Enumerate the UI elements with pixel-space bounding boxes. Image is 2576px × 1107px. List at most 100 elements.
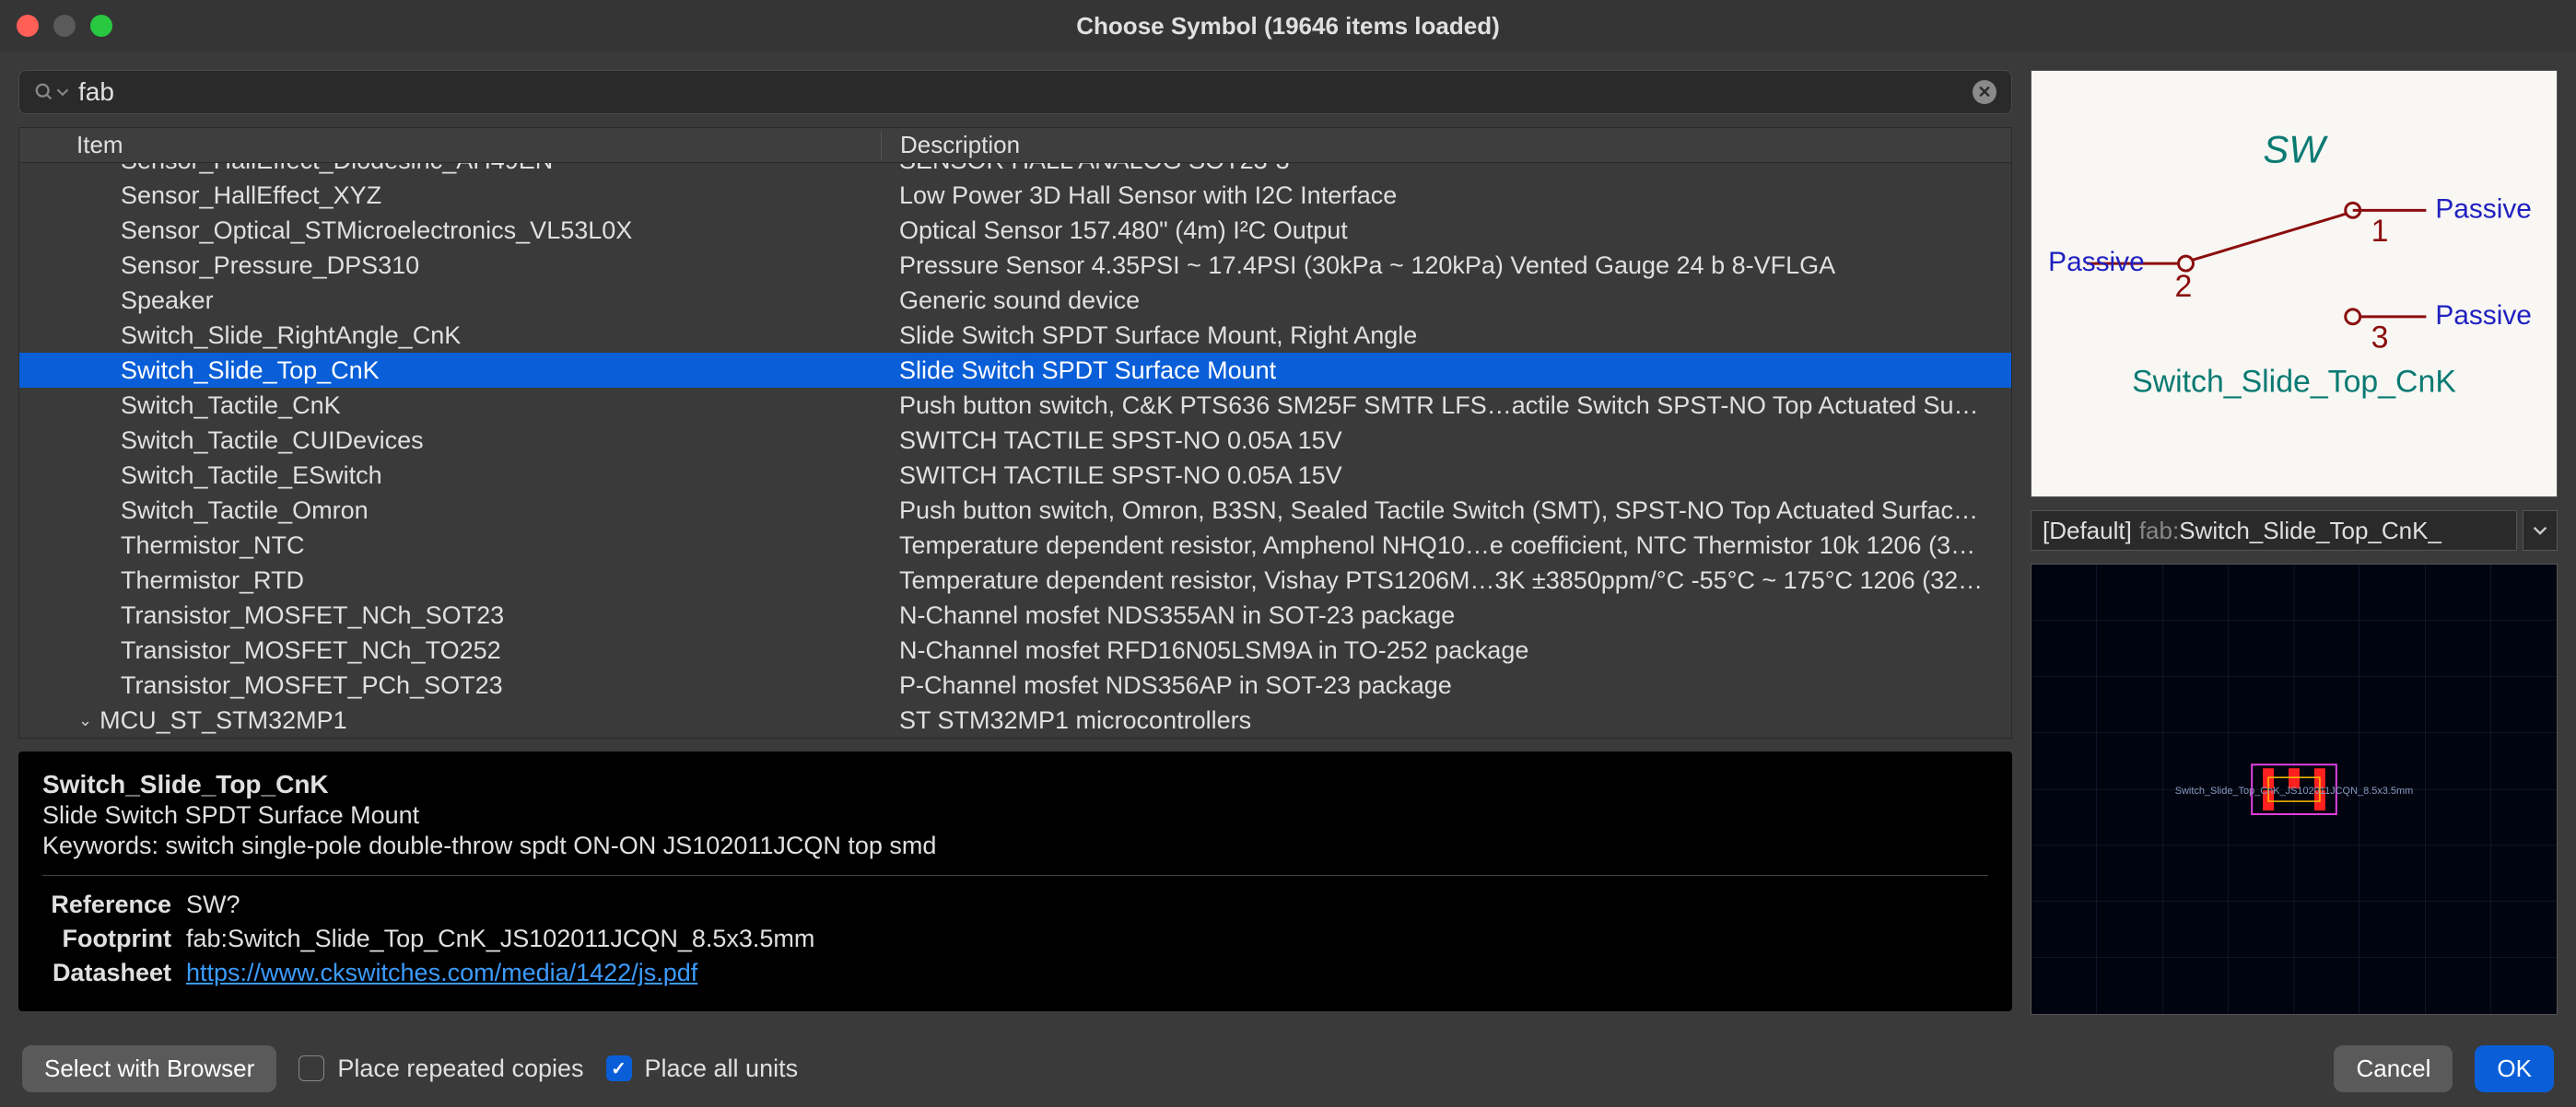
reference-value: SW? bbox=[186, 891, 1988, 919]
description-cell: Push button switch, C&K PTS636 SM25F SMT… bbox=[881, 391, 2011, 420]
description-cell: SWITCH TACTILE SPST-NO 0.05A 15V bbox=[881, 426, 2011, 455]
window-controls bbox=[17, 15, 112, 37]
svg-text:Switch_Slide_Top_CnK_JS102011J: Switch_Slide_Top_CnK_JS102011JCQN_8.5x3.… bbox=[2175, 786, 2414, 797]
description-cell: Temperature dependent resistor, Amphenol… bbox=[881, 531, 2011, 560]
table-row[interactable]: SpeakerGeneric sound device bbox=[19, 283, 2011, 318]
svg-text:Passive: Passive bbox=[2435, 193, 2532, 224]
detail-keywords: Keywords: switch single-pole double-thro… bbox=[42, 832, 1988, 860]
item-cell: Speaker bbox=[19, 286, 881, 315]
description-cell: ST STM32MP1 microcontrollers bbox=[881, 706, 2011, 735]
close-window-button[interactable] bbox=[17, 15, 39, 37]
item-cell: Transistor_MOSFET_NCh_TO252 bbox=[19, 636, 881, 665]
clear-search-button[interactable]: ✕ bbox=[1973, 80, 1996, 104]
svg-text:Switch_Slide_Top_CnK: Switch_Slide_Top_CnK bbox=[2132, 364, 2456, 399]
table-row[interactable]: Sensor_Optical_STMicroelectronics_VL53L0… bbox=[19, 213, 2011, 248]
description-cell: N-Channel mosfet RFD16N05LSM9A in TO-252… bbox=[881, 636, 2011, 665]
reference-label: Reference bbox=[42, 891, 171, 919]
item-cell: Sensor_HallEffect_XYZ bbox=[19, 181, 881, 210]
maximize-window-button[interactable] bbox=[90, 15, 112, 37]
footprint-label: Footprint bbox=[42, 925, 171, 953]
search-input[interactable] bbox=[78, 77, 1973, 107]
symbol-table: Item Description Sensor_HallEffect_Diode… bbox=[18, 127, 2012, 739]
footprint-selector: [Default] fab:Switch_Slide_Top_CnK_ bbox=[2031, 510, 2558, 551]
item-cell: Switch_Slide_Top_CnK bbox=[19, 356, 881, 385]
item-cell: Thermistor_NTC bbox=[19, 531, 881, 560]
table-row[interactable]: Switch_Tactile_OmronPush button switch, … bbox=[19, 493, 2011, 528]
table-body[interactable]: Sensor_HallEffect_Diodesinc_AH49ENSENSOR… bbox=[19, 163, 2011, 738]
description-cell: P-Channel mosfet NDS356AP in SOT-23 pack… bbox=[881, 671, 2011, 700]
item-cell: Thermistor_RTD bbox=[19, 566, 881, 595]
item-cell: Transistor_MOSFET_PCh_SOT23 bbox=[19, 671, 881, 700]
select-with-browser-button[interactable]: Select with Browser bbox=[22, 1045, 276, 1092]
table-row[interactable]: Transistor_MOSFET_PCh_SOT23P-Channel mos… bbox=[19, 668, 2011, 703]
datasheet-label: Datasheet bbox=[42, 959, 171, 987]
footprint-preview: Switch_Slide_Top_CnK_JS102011JCQN_8.5x3.… bbox=[2031, 564, 2558, 1015]
detail-name: Switch_Slide_Top_CnK bbox=[42, 770, 1988, 799]
datasheet-link[interactable]: https://www.ckswitches.com/media/1422/js… bbox=[186, 959, 697, 986]
titlebar: Choose Symbol (19646 items loaded) bbox=[0, 0, 2576, 52]
footprint-display[interactable]: [Default] fab:Switch_Slide_Top_CnK_ bbox=[2031, 510, 2517, 551]
item-cell: Sensor_HallEffect_Diodesinc_AH49EN bbox=[19, 163, 881, 175]
item-cell: Switch_Tactile_CnK bbox=[19, 391, 881, 420]
description-cell: Low Power 3D Hall Sensor with I2C Interf… bbox=[881, 181, 2011, 210]
column-header-item[interactable]: Item bbox=[19, 131, 881, 159]
ok-button[interactable]: OK bbox=[2475, 1045, 2554, 1092]
footprint-value: fab:Switch_Slide_Top_CnK_JS102011JCQN_8.… bbox=[186, 925, 1988, 953]
footer: Select with Browser Place repeated copie… bbox=[0, 1030, 2576, 1107]
detail-panel: Switch_Slide_Top_CnK Slide Switch SPDT S… bbox=[18, 752, 2012, 1011]
item-cell: Sensor_Optical_STMicroelectronics_VL53L0… bbox=[19, 216, 881, 245]
checkbox-checked-icon bbox=[606, 1055, 632, 1081]
place-repeated-checkbox[interactable]: Place repeated copies bbox=[299, 1055, 583, 1083]
item-cell: ⌄MCU_ST_STM32MP1 bbox=[19, 706, 881, 735]
description-cell: SENSOR HALL ANALOG SOT23-3 bbox=[881, 163, 2011, 175]
item-cell: Switch_Slide_RightAngle_CnK bbox=[19, 321, 881, 350]
svg-text:3: 3 bbox=[2371, 320, 2389, 355]
search-icon bbox=[34, 82, 69, 102]
table-row[interactable]: Switch_Slide_RightAngle_CnKSlide Switch … bbox=[19, 318, 2011, 353]
table-row[interactable]: Sensor_HallEffect_XYZLow Power 3D Hall S… bbox=[19, 178, 2011, 213]
checkbox-unchecked-icon bbox=[299, 1055, 324, 1081]
place-all-units-checkbox[interactable]: Place all units bbox=[606, 1055, 799, 1083]
choose-symbol-window: Choose Symbol (19646 items loaded) ✕ Ite… bbox=[0, 0, 2576, 1107]
table-row[interactable]: Thermistor_NTCTemperature dependent resi… bbox=[19, 528, 2011, 563]
description-cell: Slide Switch SPDT Surface Mount bbox=[881, 356, 2011, 385]
minimize-window-button[interactable] bbox=[53, 15, 76, 37]
item-cell: Switch_Tactile_Omron bbox=[19, 496, 881, 525]
table-row[interactable]: Switch_Tactile_ESwitchSWITCH TACTILE SPS… bbox=[19, 458, 2011, 493]
table-row[interactable]: Switch_Tactile_CUIDevicesSWITCH TACTILE … bbox=[19, 423, 2011, 458]
chevron-down-icon bbox=[2533, 523, 2547, 538]
table-row[interactable]: Sensor_HallEffect_Diodesinc_AH49ENSENSOR… bbox=[19, 163, 2011, 178]
table-row[interactable]: Switch_Slide_Top_CnKSlide Switch SPDT Su… bbox=[19, 353, 2011, 388]
description-cell: Generic sound device bbox=[881, 286, 2011, 315]
table-row[interactable]: Transistor_MOSFET_NCh_TO252N-Channel mos… bbox=[19, 633, 2011, 668]
footprint-dropdown-button[interactable] bbox=[2523, 510, 2558, 551]
table-header: Item Description bbox=[19, 128, 2011, 163]
description-cell: Push button switch, Omron, B3SN, Sealed … bbox=[881, 496, 2011, 525]
window-title: Choose Symbol (19646 items loaded) bbox=[1076, 12, 1499, 41]
description-cell: Temperature dependent resistor, Vishay P… bbox=[881, 566, 2011, 595]
table-row[interactable]: Thermistor_RTDTemperature dependent resi… bbox=[19, 563, 2011, 598]
disclosure-icon[interactable]: ⌄ bbox=[78, 711, 92, 730]
sw-label: SW bbox=[2263, 128, 2328, 171]
item-cell: Transistor_MOSFET_NCh_SOT23 bbox=[19, 601, 881, 630]
table-row[interactable]: Switch_Tactile_CnKPush button switch, C&… bbox=[19, 388, 2011, 423]
description-cell: SWITCH TACTILE SPST-NO 0.05A 15V bbox=[881, 461, 2011, 490]
column-header-description[interactable]: Description bbox=[881, 131, 2011, 159]
description-cell: Pressure Sensor 4.35PSI ~ 17.4PSI (30kPa… bbox=[881, 251, 2011, 280]
description-cell: Slide Switch SPDT Surface Mount, Right A… bbox=[881, 321, 2011, 350]
item-cell: Sensor_Pressure_DPS310 bbox=[19, 251, 881, 280]
item-cell: Switch_Tactile_ESwitch bbox=[19, 461, 881, 490]
table-row[interactable]: ⌄MCU_ST_STM32MP1ST STM32MP1 microcontrol… bbox=[19, 703, 2011, 738]
svg-text:1: 1 bbox=[2371, 214, 2389, 249]
svg-text:Passive: Passive bbox=[2048, 247, 2145, 277]
detail-description: Slide Switch SPDT Surface Mount bbox=[42, 801, 1988, 830]
symbol-preview: SW 1 Passive 2 Passive 3 Passive Switch_… bbox=[2031, 70, 2558, 497]
table-row[interactable]: Transistor_MOSFET_NCh_SOT23N-Channel mos… bbox=[19, 598, 2011, 633]
svg-text:2: 2 bbox=[2175, 269, 2193, 304]
search-bar[interactable]: ✕ bbox=[18, 70, 2012, 114]
item-cell: Switch_Tactile_CUIDevices bbox=[19, 426, 881, 455]
table-row[interactable]: Sensor_Pressure_DPS310Pressure Sensor 4.… bbox=[19, 248, 2011, 283]
description-cell: Optical Sensor 157.480" (4m) I²C Output bbox=[881, 216, 2011, 245]
cancel-button[interactable]: Cancel bbox=[2334, 1045, 2453, 1092]
description-cell: N-Channel mosfet NDS355AN in SOT-23 pack… bbox=[881, 601, 2011, 630]
